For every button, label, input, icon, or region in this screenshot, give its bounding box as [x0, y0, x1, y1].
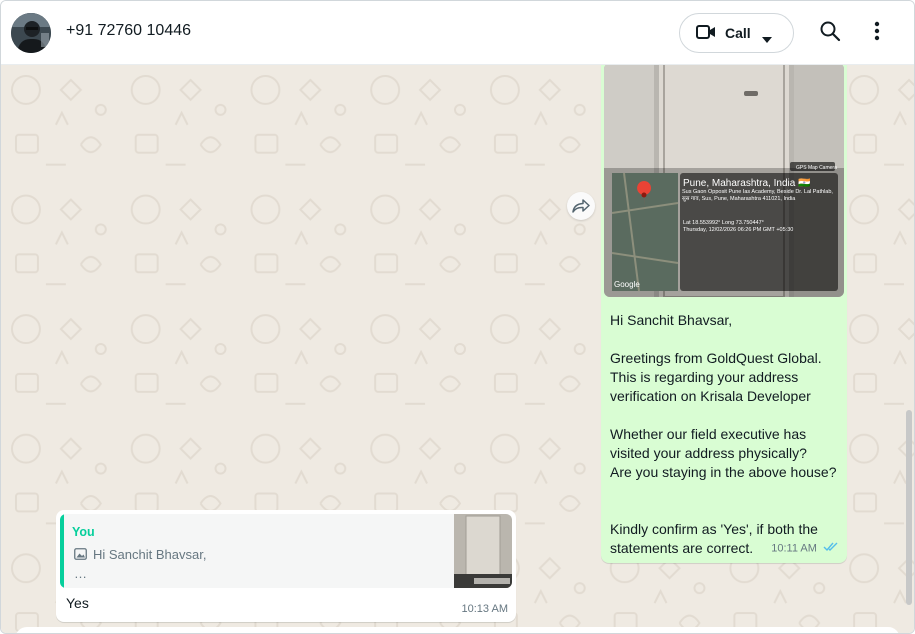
whatsapp-window: +91 72760 10446 Call GPS Map Camera Pune… — [0, 0, 915, 634]
quote-accent-bar — [60, 514, 64, 588]
search-icon[interactable] — [819, 20, 841, 47]
quote-ellipsis: … — [74, 566, 87, 581]
contact-name[interactable]: +91 72760 10446 — [66, 22, 191, 40]
photo-datetime: Thursday, 12/02/2026 06:26 PM GMT +05:30 — [683, 227, 793, 233]
quoted-message[interactable]: You Hi Sanchit Bhavsar, … — [60, 514, 512, 588]
forward-icon — [572, 199, 590, 218]
chevron-down-icon — [762, 30, 772, 48]
photo-address: Sus Gaon Opposit Pune Ias Academy, Besid… — [682, 189, 833, 202]
message-text: Yes — [66, 595, 89, 611]
incoming-message[interactable]: You Hi Sanchit Bhavsar, … Yes 10:13 AM — [56, 510, 516, 622]
double-check-icon — [823, 542, 839, 555]
scrollbar[interactable] — [906, 410, 912, 605]
video-camera-icon — [696, 24, 716, 45]
message-meta: 10:11 AM — [771, 542, 839, 555]
call-button[interactable]: Call — [679, 13, 794, 53]
message-text: Hi Sanchit Bhavsar, Greetings from GoldQ… — [610, 312, 837, 556]
chat-header: +91 72760 10446 Call — [1, 1, 914, 65]
message-composer[interactable] — [15, 627, 900, 633]
map-brand: Google — [614, 280, 640, 289]
image-icon — [74, 547, 87, 565]
camera-brand: GPS Map Camera — [796, 165, 837, 171]
avatar[interactable] — [11, 13, 51, 53]
more-vertical-icon[interactable] — [873, 20, 881, 47]
chat-area[interactable]: GPS Map Camera Pune, Maharashtra, India … — [1, 65, 914, 633]
photo-location: Pune, Maharashtra, India 🇮🇳 — [683, 177, 811, 189]
location-photo[interactable]: GPS Map Camera Pune, Maharashtra, India … — [604, 65, 844, 297]
message-time: 10:13 AM — [461, 603, 508, 615]
message-time: 10:11 AM — [771, 542, 817, 555]
forward-button[interactable] — [567, 192, 595, 220]
photo-coords: Lat 18.553992° Long 73.750447° — [683, 220, 764, 226]
quote-author: You — [72, 525, 95, 539]
quote-text: Hi Sanchit Bhavsar, — [93, 547, 207, 562]
outgoing-message[interactable]: GPS Map Camera Pune, Maharashtra, India … — [601, 65, 847, 563]
quote-thumbnail — [454, 514, 512, 588]
call-label: Call — [725, 25, 751, 41]
